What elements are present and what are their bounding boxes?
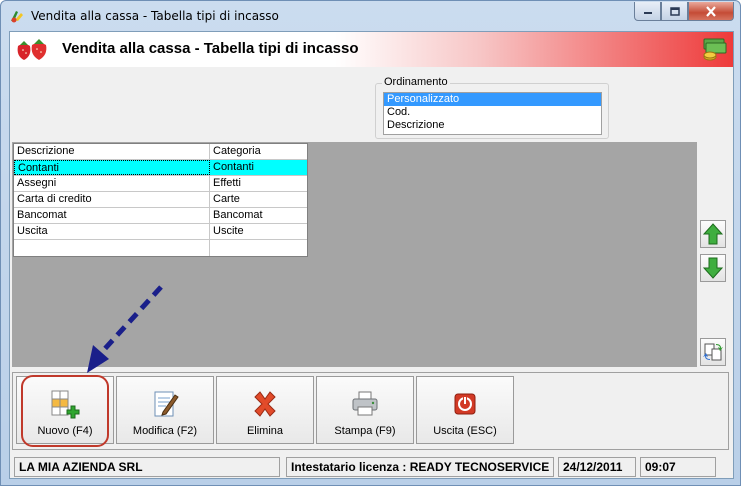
sorting-legend: Ordinamento	[382, 76, 450, 88]
exit-button-label: Uscita (ESC)	[433, 425, 497, 437]
exit-button[interactable]: Uscita (ESC)	[416, 376, 514, 444]
payment-types-table[interactable]: Descrizione Categoria Contanti Contanti …	[13, 143, 308, 257]
delete-button[interactable]: Elimina	[216, 376, 314, 444]
minimize-icon	[643, 12, 652, 14]
client-area: Vendita alla cassa - Tabella tipi di inc…	[9, 31, 734, 479]
cell-descrizione[interactable]: Assegni	[14, 176, 210, 191]
cell-categoria[interactable]: Effetti	[210, 176, 307, 191]
cell-empty[interactable]	[14, 240, 210, 256]
arrow-down-icon	[703, 257, 723, 279]
printer-icon	[352, 391, 378, 416]
delete-icon	[254, 391, 276, 417]
close-icon	[706, 5, 716, 17]
strawberry-icon	[17, 39, 47, 60]
sorting-group: Ordinamento Personalizzato Cod. Descrizi…	[375, 76, 609, 139]
status-company: LA MIA AZIENDA SRL	[14, 457, 280, 477]
print-button-label: Stampa (F9)	[334, 425, 396, 437]
window-title: Vendita alla cassa - Tabella tipi di inc…	[31, 9, 279, 23]
cell-categoria[interactable]: Carte	[210, 192, 307, 207]
refresh-icon	[703, 343, 723, 361]
cell-categoria[interactable]: Bancomat	[210, 208, 307, 223]
cell-categoria[interactable]: Uscite	[210, 224, 307, 239]
application-window: Vendita alla cassa - Tabella tipi di inc…	[0, 0, 741, 486]
move-down-button[interactable]	[700, 254, 726, 282]
action-toolbar: Nuovo (F4) Modifica (F2) Elimina Stampa …	[12, 372, 729, 450]
edit-icon	[154, 391, 179, 417]
exit-icon	[454, 393, 476, 415]
table-row[interactable]: Contanti Contanti	[14, 160, 307, 176]
print-button[interactable]: Stampa (F9)	[316, 376, 414, 444]
cell-descrizione[interactable]: Carta di credito	[14, 192, 210, 207]
maximize-icon	[669, 6, 680, 16]
column-header-categoria[interactable]: Categoria	[210, 144, 307, 159]
status-license: Intestatario licenza : READY TECNOSERVIC…	[286, 457, 554, 477]
cell-descrizione[interactable]: Bancomat	[14, 208, 210, 223]
title-bar[interactable]: Vendita alla cassa - Tabella tipi di inc…	[1, 1, 740, 31]
money-icon	[703, 38, 727, 61]
table-row[interactable]: Carta di credito Carte	[14, 192, 307, 208]
cell-categoria[interactable]: Contanti	[210, 160, 307, 175]
status-date: 24/12/2011	[558, 457, 636, 477]
table-header-row: Descrizione Categoria	[14, 144, 307, 160]
column-header-descrizione[interactable]: Descrizione	[14, 144, 210, 159]
sorting-option[interactable]: Cod.	[384, 106, 601, 119]
cell-descrizione[interactable]: Contanti	[14, 160, 210, 175]
maximize-button[interactable]	[661, 2, 688, 21]
app-icon	[11, 11, 23, 23]
grid-area: Descrizione Categoria Contanti Contanti …	[12, 142, 697, 367]
move-up-button[interactable]	[700, 220, 726, 248]
cell-empty[interactable]	[210, 240, 307, 256]
sorting-option[interactable]: Descrizione	[384, 119, 601, 132]
header-banner: Vendita alla cassa - Tabella tipi di inc…	[10, 32, 733, 67]
delete-button-label: Elimina	[246, 425, 284, 437]
status-time: 09:07	[640, 457, 716, 477]
table-row[interactable]: Uscita Uscite	[14, 224, 307, 240]
sorting-option[interactable]: Personalizzato	[384, 93, 601, 106]
close-button[interactable]	[688, 2, 734, 21]
arrow-up-icon	[703, 223, 723, 245]
cell-descrizione[interactable]: Uscita	[14, 224, 210, 239]
sorting-listbox[interactable]: Personalizzato Cod. Descrizione	[383, 92, 602, 135]
annotation-highlight-ring	[21, 375, 109, 447]
page-heading: Vendita alla cassa - Tabella tipi di inc…	[62, 40, 359, 57]
table-row-empty[interactable]	[14, 240, 307, 256]
edit-button[interactable]: Modifica (F2)	[116, 376, 214, 444]
edit-button-label: Modifica (F2)	[132, 425, 198, 437]
table-row[interactable]: Bancomat Bancomat	[14, 208, 307, 224]
minimize-button[interactable]	[634, 2, 661, 21]
refresh-button[interactable]	[700, 338, 726, 366]
status-bar: LA MIA AZIENDA SRL Intestatario licenza …	[12, 456, 729, 478]
table-row[interactable]: Assegni Effetti	[14, 176, 307, 192]
